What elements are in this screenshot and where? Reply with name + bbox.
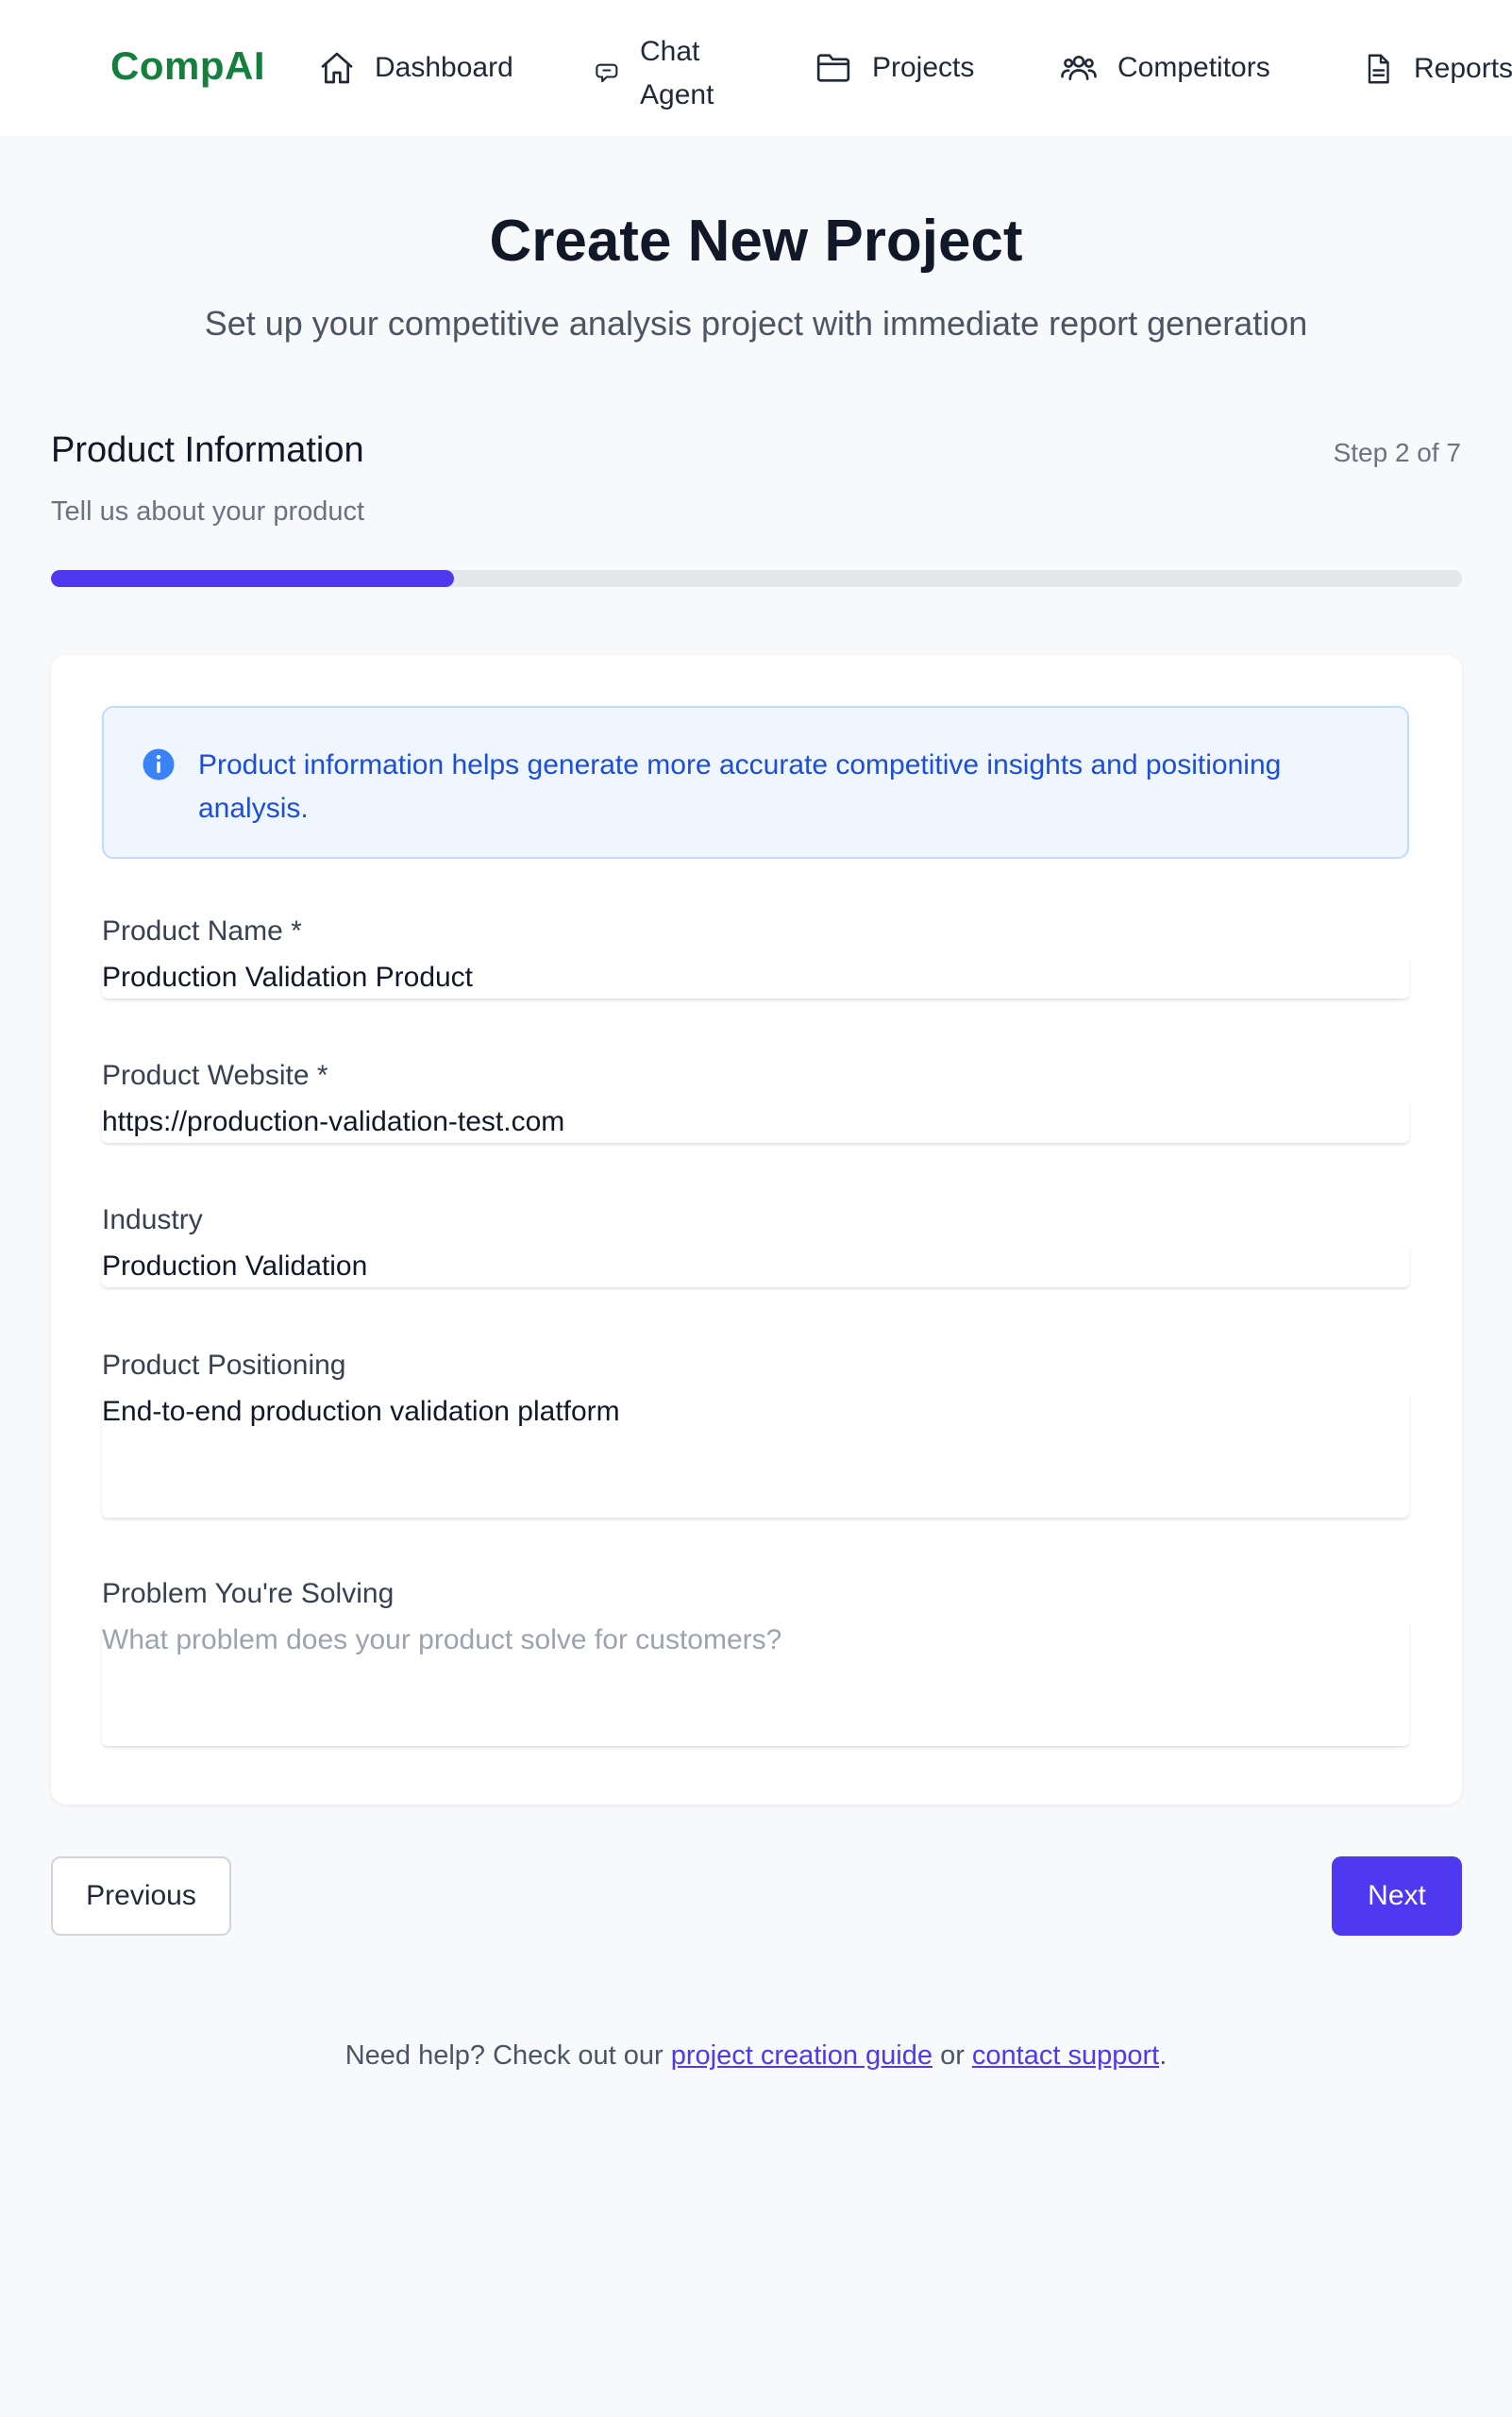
problem-label: Problem You're Solving (102, 1578, 395, 1609)
nav-label-dashboard: Dashboard (375, 52, 513, 83)
top-navigation: CompAI Dashboard Chat Agent Projects Com… (0, 0, 1512, 136)
form-card: Product information helps generate more … (51, 655, 1462, 1804)
users-icon (1059, 49, 1099, 87)
nav-item-chat-agent[interactable]: Chat Agent (595, 30, 714, 117)
help-text: Need help? Check out our project creatio… (0, 2040, 1512, 2072)
nav-label-agent: Agent (640, 79, 714, 110)
folder-icon (814, 49, 853, 87)
info-icon (142, 747, 176, 786)
product-positioning-label: Product Positioning (102, 1350, 346, 1381)
product-website-label: Product Website * (102, 1060, 328, 1091)
project-creation-guide-link[interactable]: project creation guide (671, 2040, 932, 2071)
chat-icon (595, 60, 621, 87)
problem-textarea[interactable] (102, 1620, 1409, 1746)
page-subtitle: Set up your competitive analysis project… (204, 304, 1308, 343)
home-icon (318, 49, 356, 87)
progress-bar (51, 570, 1462, 587)
contact-support-link[interactable]: contact support (972, 2040, 1159, 2071)
app-logo[interactable]: CompAI (110, 43, 265, 89)
nav-item-reports[interactable]: Reports (1361, 49, 1512, 89)
nav-label-chat-agent: Chat Agent (640, 30, 714, 117)
product-positioning-textarea[interactable]: End-to-end production validation platfor… (102, 1391, 1409, 1518)
nav-item-dashboard[interactable]: Dashboard (318, 49, 513, 87)
help-prefix: Need help? Check out our (344, 2040, 671, 2071)
nav-label-chat: Chat (640, 36, 700, 67)
nav-label-competitors: Competitors (1117, 52, 1270, 83)
previous-button[interactable]: Previous (51, 1856, 231, 1936)
help-suffix: . (1159, 2040, 1168, 2071)
info-alert: Product information helps generate more … (102, 706, 1409, 859)
progress-bar-fill (51, 570, 455, 587)
info-alert-text: Product information helps generate more … (198, 749, 1282, 824)
nav-label-reports: Reports (1414, 53, 1512, 84)
industry-input[interactable] (102, 1246, 1409, 1287)
step-title: Product Information (51, 430, 364, 470)
next-button[interactable]: Next (1332, 1856, 1462, 1936)
product-website-input[interactable] (102, 1101, 1409, 1143)
nav-item-competitors[interactable]: Competitors (1059, 49, 1270, 87)
nav-label-projects: Projects (872, 52, 975, 83)
step-counter: Step 2 of 7 (1333, 438, 1461, 467)
product-name-label: Product Name * (102, 915, 302, 947)
page-title: Create New Project (489, 209, 1023, 274)
industry-label: Industry (102, 1204, 203, 1235)
nav-item-projects[interactable]: Projects (814, 49, 974, 87)
main-content: Create New Project Set up your competiti… (0, 136, 1512, 2417)
document-icon (1361, 49, 1395, 89)
step-description: Tell us about your product (51, 496, 365, 527)
help-middle: or (932, 2040, 972, 2071)
product-name-input[interactable] (102, 957, 1409, 999)
